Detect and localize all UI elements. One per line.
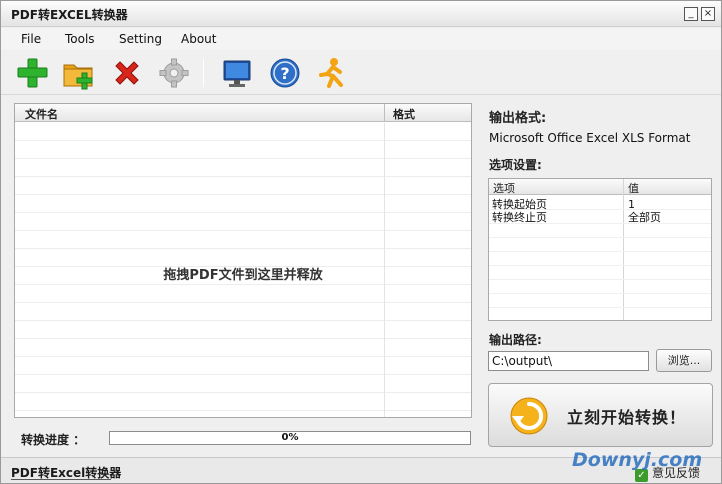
watermark: Downyj.com [572, 449, 703, 471]
progress-percent: 0% [281, 432, 299, 443]
progress-bar: 0% [109, 431, 471, 445]
column-filename[interactable]: 文件名 [25, 106, 58, 122]
add-folder-icon [63, 64, 93, 90]
output-path-input[interactable] [488, 351, 649, 371]
output-format-label: 输出格式: [489, 111, 547, 126]
monitor-button[interactable] [219, 55, 255, 91]
app-window: PDF转EXCEL转换器 _ × File Tools Setting Abou… [0, 0, 722, 484]
options-rows: 转换起始页 1 转换终止页 全部页 [489, 196, 711, 320]
minimize-button[interactable]: _ [684, 7, 698, 21]
progress-label: 转换进度 ： [21, 433, 86, 447]
file-list-header: 文件名 格式 [15, 104, 471, 122]
close-button[interactable]: × [701, 7, 715, 21]
browse-button[interactable]: 浏览... [656, 349, 712, 372]
remove-button[interactable] [109, 55, 145, 91]
window-title: PDF转EXCEL转换器 [11, 8, 128, 22]
add-file-icon [17, 58, 48, 88]
monitor-icon [223, 60, 251, 87]
file-list-panel[interactable]: 文件名 格式 拖拽PDF文件到这里并释放 [14, 103, 472, 418]
add-file-button[interactable] [14, 55, 50, 91]
output-format-value: Microsoft Office Excel XLS Format [489, 131, 691, 145]
options-header: 选项 值 [489, 179, 711, 195]
title-bar: PDF转EXCEL转换器 _ × [1, 1, 721, 27]
option-start-page[interactable]: 转换起始页 [492, 198, 547, 211]
option-end-page[interactable]: 转换终止页 [492, 211, 547, 224]
svg-text:?: ? [280, 64, 289, 83]
options-label: 选项设置: [489, 158, 542, 172]
file-list-body[interactable]: 拖拽PDF文件到这里并释放 [15, 123, 471, 417]
toolbar-separator [203, 59, 204, 87]
toolbar: ? [1, 51, 721, 95]
runner-button[interactable] [314, 55, 350, 91]
menu-bar: File Tools Setting About [1, 28, 721, 50]
status-title-underline [11, 479, 111, 480]
column-format[interactable]: 格式 [393, 106, 415, 122]
column-divider[interactable] [384, 104, 385, 122]
help-icon: ? [270, 58, 300, 88]
output-path-label: 输出路径: [489, 333, 542, 347]
options-table[interactable]: 选项 值 转换起始页 1 转换终止页 全部页 [488, 178, 712, 321]
option-start-page-value[interactable]: 1 [628, 198, 635, 211]
menu-setting[interactable]: Setting [119, 32, 162, 46]
option-end-page-value[interactable]: 全部页 [628, 211, 661, 224]
options-column-name[interactable]: 选项 [493, 180, 515, 196]
menu-file[interactable]: File [21, 32, 41, 46]
options-column-value[interactable]: 值 [628, 180, 639, 196]
runner-icon [319, 58, 343, 88]
refresh-icon [510, 397, 548, 435]
menu-about[interactable]: About [181, 32, 216, 46]
add-folder-button[interactable] [61, 55, 97, 91]
start-convert-button[interactable]: 立刻开始转换！ [488, 383, 713, 447]
drop-hint-text: 拖拽PDF文件到这里并释放 [163, 268, 323, 283]
start-convert-label: 立刻开始转换！ [567, 408, 687, 427]
remove-icon [115, 61, 139, 85]
help-button[interactable]: ? [267, 55, 303, 91]
menu-tools[interactable]: Tools [65, 32, 95, 46]
settings-gear-icon [159, 58, 189, 88]
settings-button[interactable] [156, 55, 192, 91]
